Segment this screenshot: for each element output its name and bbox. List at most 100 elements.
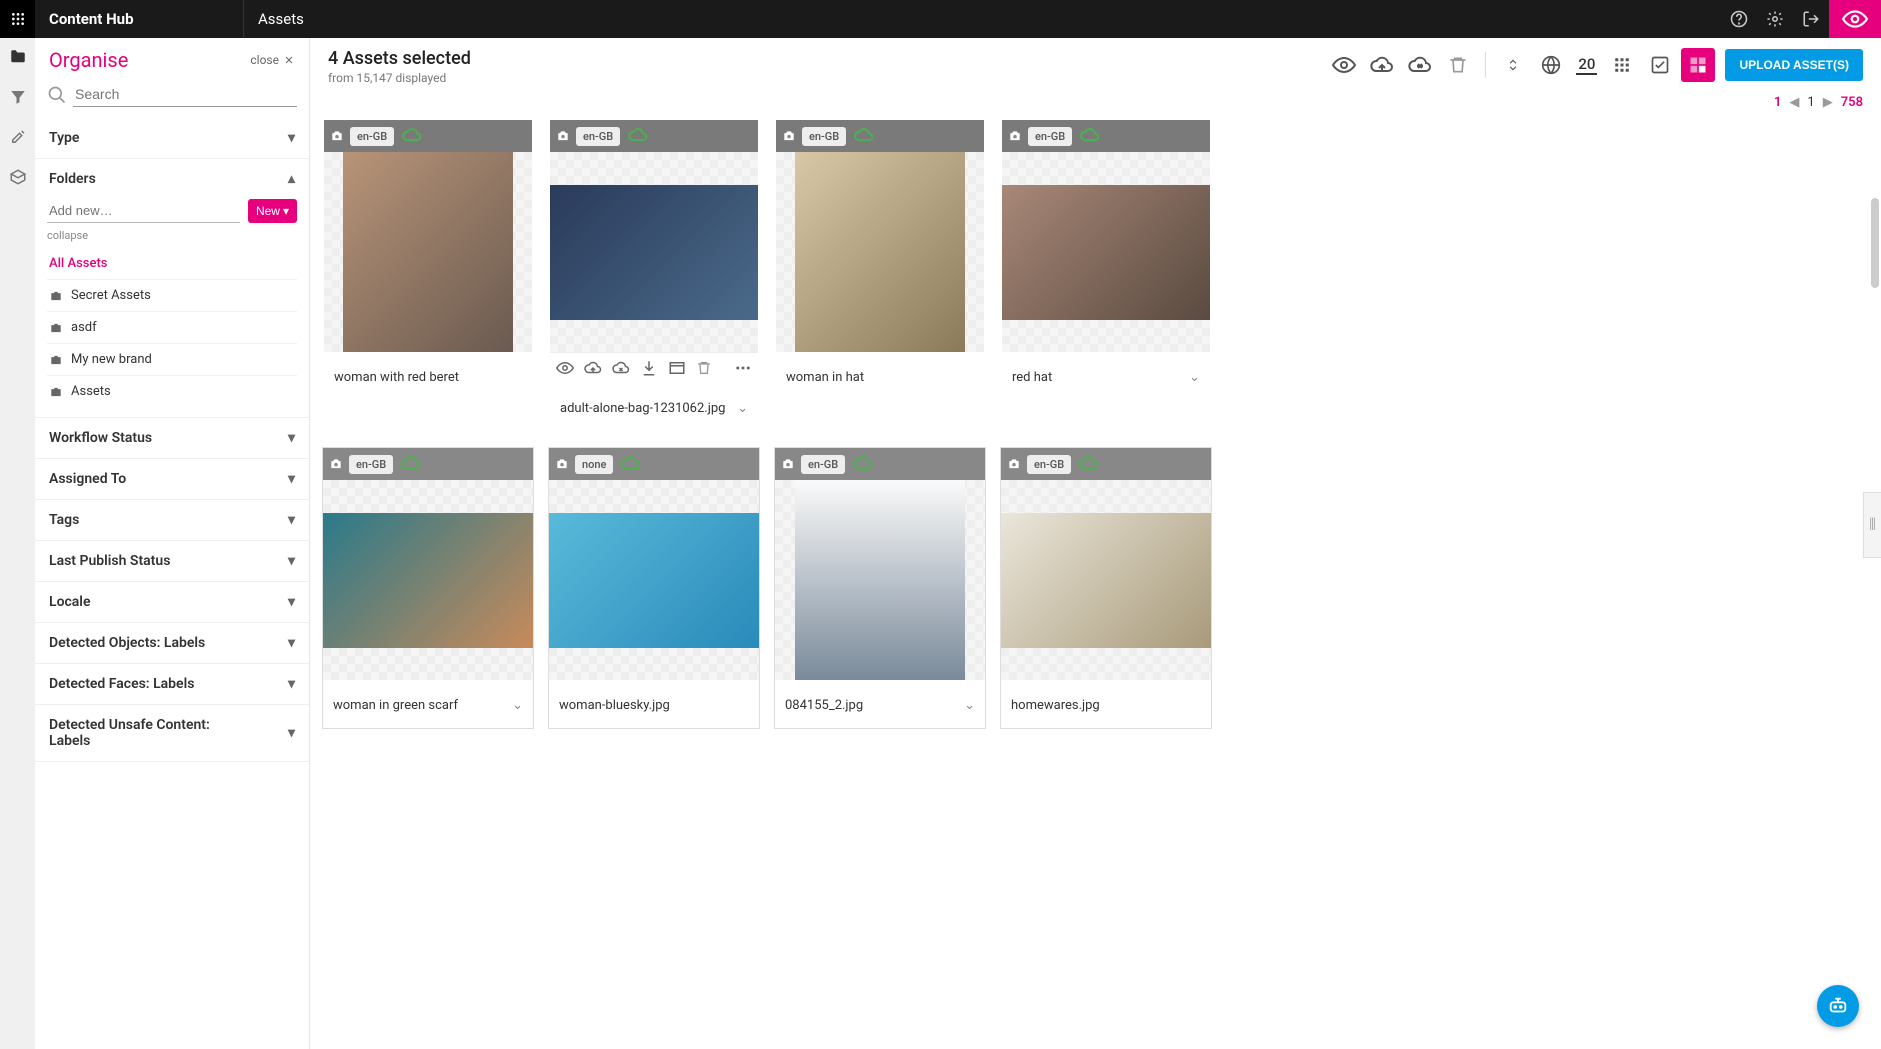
page-size[interactable]: 20 bbox=[1576, 55, 1597, 75]
help-button[interactable] bbox=[1721, 0, 1757, 38]
chevron-down-icon[interactable]: ⌄ bbox=[512, 698, 523, 713]
chevron-down-icon: ▾ bbox=[288, 130, 295, 146]
section-type[interactable]: Type▾ bbox=[35, 118, 309, 158]
sort-icon bbox=[1506, 55, 1520, 75]
briefcase-icon bbox=[49, 321, 63, 335]
sidebar-title: Organise bbox=[49, 48, 128, 72]
right-panel-handle[interactable]: ⦀ bbox=[1863, 492, 1881, 558]
thumbnail[interactable] bbox=[776, 152, 984, 352]
card-header: en-GB bbox=[323, 448, 533, 480]
section-tags[interactable]: Tags▾ bbox=[35, 500, 309, 540]
logout-icon bbox=[1802, 10, 1820, 28]
card-footer: woman-bluesky.jpg bbox=[549, 680, 759, 728]
cloud-icon bbox=[621, 454, 641, 474]
briefcase-icon bbox=[49, 353, 63, 367]
folder-item[interactable]: Secret Assets bbox=[47, 279, 297, 311]
thumbnail[interactable] bbox=[324, 152, 532, 352]
thumbnail[interactable] bbox=[549, 480, 759, 680]
section-publish[interactable]: Last Publish Status▾ bbox=[35, 541, 309, 581]
grid-view-button[interactable] bbox=[1605, 48, 1639, 82]
settings-button[interactable] bbox=[1757, 0, 1793, 38]
preview-toggle-button[interactable] bbox=[1829, 0, 1881, 38]
logout-button[interactable] bbox=[1793, 0, 1829, 38]
publish-button[interactable] bbox=[1365, 48, 1399, 82]
scrollbar[interactable] bbox=[1871, 198, 1879, 288]
card-more[interactable] bbox=[734, 359, 752, 377]
pager-next[interactable]: ▶ bbox=[1821, 95, 1835, 110]
sidebar-close[interactable]: close bbox=[250, 53, 295, 67]
asset-card[interactable]: nonewoman-bluesky.jpg bbox=[548, 447, 760, 729]
card-delete[interactable] bbox=[696, 360, 712, 376]
locale-chip: en-GB bbox=[1027, 455, 1071, 474]
search-input[interactable] bbox=[73, 82, 297, 107]
card-download[interactable] bbox=[640, 359, 658, 377]
grid-icon bbox=[1613, 56, 1631, 74]
card-footer: homewares.jpg bbox=[1001, 680, 1211, 728]
asset-name: red hat bbox=[1012, 370, 1052, 385]
asset-card[interactable]: en-GBadult-alone-bag-1231062.jpg⌄ bbox=[548, 118, 760, 433]
card-footer: woman in hat bbox=[776, 352, 984, 400]
chevron-down-icon: ▾ bbox=[288, 553, 295, 569]
select-mode-button[interactable] bbox=[1681, 48, 1715, 82]
rail-filter[interactable] bbox=[7, 86, 29, 108]
section-faces[interactable]: Detected Faces: Labels▾ bbox=[35, 664, 309, 704]
bot-icon bbox=[1827, 995, 1849, 1017]
thumbnail[interactable] bbox=[1002, 152, 1210, 352]
folder-item[interactable]: My new brand bbox=[47, 343, 297, 375]
chevron-down-icon: ▾ bbox=[288, 512, 295, 528]
section-objects[interactable]: Detected Objects: Labels▾ bbox=[35, 623, 309, 663]
sort-button[interactable] bbox=[1496, 48, 1530, 82]
rail-box[interactable] bbox=[7, 166, 29, 188]
asset-card[interactable]: en-GBwoman with red beret bbox=[322, 118, 534, 433]
camera-icon bbox=[329, 457, 343, 471]
page-start: 1 bbox=[1774, 95, 1781, 110]
chevron-down-icon: ▾ bbox=[288, 430, 295, 446]
folder-item[interactable]: All Assets bbox=[47, 248, 297, 279]
pager-prev[interactable]: ◀ bbox=[1787, 95, 1801, 110]
thumbnail[interactable] bbox=[323, 480, 533, 680]
chevron-down-icon[interactable]: ⌄ bbox=[1189, 370, 1200, 385]
thumbnail[interactable] bbox=[775, 480, 985, 680]
asset-card[interactable]: en-GBwoman in green scarf⌄ bbox=[322, 447, 534, 729]
preview-button[interactable] bbox=[1327, 48, 1361, 82]
card-publish[interactable] bbox=[584, 359, 602, 377]
locale-chip: en-GB bbox=[350, 127, 394, 146]
section-workflow[interactable]: Workflow Status▾ bbox=[35, 418, 309, 458]
chevron-down-icon: ▾ bbox=[288, 635, 295, 651]
rail-tools[interactable] bbox=[7, 126, 29, 148]
apps-menu-button[interactable] bbox=[0, 0, 35, 38]
thumbnail[interactable] bbox=[550, 152, 758, 352]
rail-organise[interactable] bbox=[7, 46, 29, 68]
thumbnail[interactable] bbox=[1001, 480, 1211, 680]
card-unpublish[interactable] bbox=[612, 359, 630, 377]
new-folder-button[interactable]: New ▾ bbox=[248, 199, 297, 223]
card-edit[interactable] bbox=[668, 359, 686, 377]
section-folders[interactable]: Folders▴ bbox=[35, 159, 309, 199]
folder-item[interactable]: asdf bbox=[47, 311, 297, 343]
locale-filter-button[interactable] bbox=[1534, 48, 1568, 82]
select-toggle-button[interactable] bbox=[1643, 48, 1677, 82]
topbar-actions bbox=[1721, 0, 1881, 38]
delete-button[interactable] bbox=[1441, 48, 1475, 82]
section-assigned[interactable]: Assigned To▾ bbox=[35, 459, 309, 499]
asset-card[interactable]: en-GBred hat⌄ bbox=[1000, 118, 1212, 433]
section-unsafe[interactable]: Detected Unsafe Content: Labels▾ bbox=[35, 705, 309, 761]
add-folder-input[interactable] bbox=[47, 199, 240, 223]
image-placeholder bbox=[1002, 185, 1210, 320]
asset-card[interactable]: en-GB084155_2.jpg⌄ bbox=[774, 447, 986, 729]
card-preview[interactable] bbox=[556, 359, 574, 377]
chevron-down-icon[interactable]: ⌄ bbox=[964, 698, 975, 713]
upload-button[interactable]: UPLOAD ASSET(S) bbox=[1725, 49, 1863, 81]
section-locale[interactable]: Locale▾ bbox=[35, 582, 309, 622]
folder-item[interactable]: Assets bbox=[47, 375, 297, 407]
collapse-link[interactable]: collapse bbox=[47, 227, 297, 248]
asset-card[interactable]: en-GB homewares.jpg bbox=[1000, 447, 1212, 729]
chat-fab[interactable] bbox=[1817, 985, 1859, 1027]
asset-card[interactable]: en-GBwoman in hat bbox=[774, 118, 986, 433]
chevron-down-icon[interactable]: ⌄ bbox=[737, 401, 748, 416]
image-placeholder bbox=[549, 513, 759, 648]
unpublish-button[interactable] bbox=[1403, 48, 1437, 82]
eye-icon bbox=[1842, 6, 1868, 32]
breadcrumb-section[interactable]: Assets bbox=[244, 10, 318, 28]
image-placeholder bbox=[550, 185, 758, 320]
